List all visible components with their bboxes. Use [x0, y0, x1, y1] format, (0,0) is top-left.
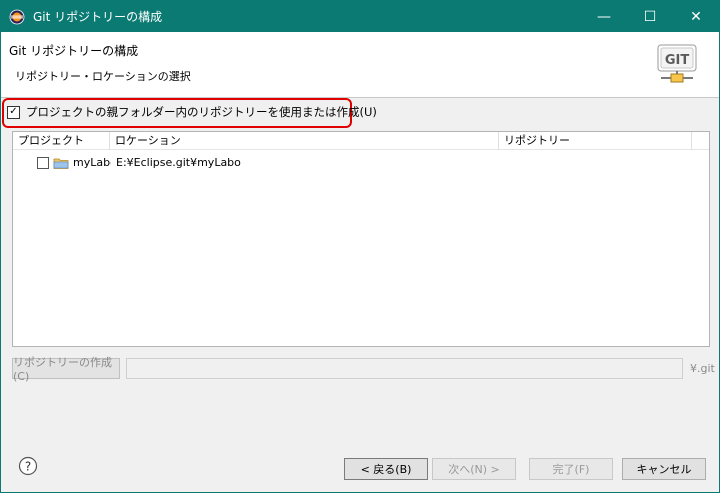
- svg-text:?: ?: [25, 460, 31, 474]
- column-header-location[interactable]: ロケーション: [110, 132, 499, 150]
- row-project-name: myLabo: [73, 156, 111, 169]
- row-location: E:¥Eclipse.git¥myLabo: [116, 156, 241, 169]
- page-title: Git リポジトリーの構成: [9, 44, 139, 58]
- next-button[interactable]: 次へ(N) >: [432, 458, 516, 480]
- create-repository-button[interactable]: リポジトリーの作成(C): [12, 356, 120, 383]
- maximize-button[interactable]: ☐: [627, 1, 673, 32]
- content-area: ✓ プロジェクトの親フォルダー内のリポジトリーを使用または作成(U) プロジェク…: [1, 98, 719, 398]
- page-subtitle: リポジトリー・ロケーションの選択: [15, 70, 191, 83]
- close-button[interactable]: ✕: [673, 1, 719, 32]
- table-row[interactable]: myLabo E:¥Eclipse.git¥myLabo: [13, 153, 709, 173]
- git-logo-text: GIT: [665, 53, 690, 68]
- wizard-footer: ? < 戻る(B) 次へ(N) > 完了(F) キャンセル: [1, 442, 719, 492]
- cancel-button[interactable]: キャンセル: [622, 458, 706, 480]
- help-icon[interactable]: ?: [18, 456, 38, 476]
- git-logo-icon: GIT: [657, 44, 697, 83]
- finish-button[interactable]: 完了(F): [529, 458, 613, 480]
- use-parent-folder-label: プロジェクトの親フォルダー内のリポジトリーを使用または作成(U): [26, 105, 377, 119]
- eclipse-icon: [9, 9, 25, 24]
- minimize-button[interactable]: —: [581, 1, 627, 32]
- wizard-header: Git リポジトリーの構成 リポジトリー・ロケーションの選択 GIT: [1, 32, 719, 98]
- column-header-repository[interactable]: リポジトリー: [499, 132, 692, 150]
- back-button[interactable]: < 戻る(B): [344, 458, 428, 480]
- dialog-window: Git リポジトリーの構成 — ☐ ✕ Git リポジトリーの構成 リポジトリー…: [0, 0, 720, 493]
- use-parent-folder-option[interactable]: ✓ プロジェクトの親フォルダー内のリポジトリーを使用または作成(U): [7, 104, 377, 120]
- window-title: Git リポジトリーの構成: [33, 10, 163, 24]
- row-checkbox[interactable]: [37, 157, 49, 169]
- column-header-project[interactable]: プロジェクト: [13, 132, 110, 150]
- repository-path-input[interactable]: [126, 358, 683, 379]
- folder-icon: [53, 158, 69, 169]
- title-bar: Git リポジトリーの構成 — ☐ ✕: [1, 1, 719, 32]
- project-table: プロジェクト ロケーション リポジトリー myLabo E:¥Eclipse.g…: [12, 131, 710, 347]
- table-header: プロジェクト ロケーション リポジトリー: [13, 132, 709, 150]
- use-parent-folder-checkbox[interactable]: ✓: [7, 105, 20, 119]
- git-suffix-label: ¥.git: [690, 362, 715, 375]
